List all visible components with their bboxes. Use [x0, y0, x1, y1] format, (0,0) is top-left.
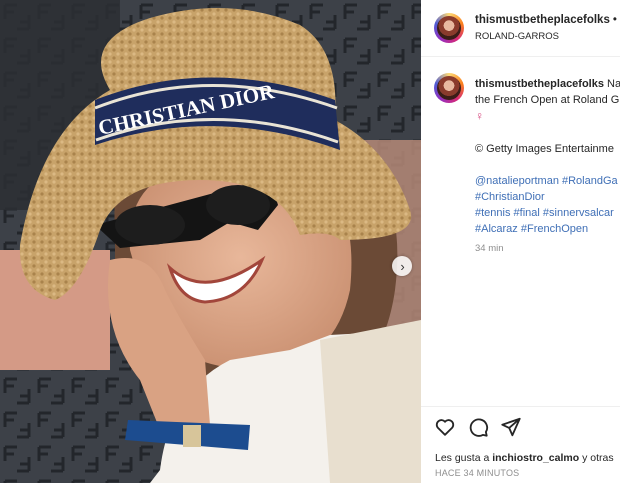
hashtag-link[interactable]: #RolandGa — [562, 175, 618, 187]
caption-credit: © Getty Images Entertainme — [475, 143, 614, 155]
hashtags-line-3: #tennis #final #sinnervsalcar — [475, 205, 620, 221]
likes-suffix[interactable]: y otras — [582, 452, 614, 464]
caption-avatar[interactable] — [434, 73, 464, 103]
hashtag-link[interactable]: #final — [514, 207, 540, 219]
chevron-right-icon: › — [400, 258, 405, 274]
post-sidebar: thismustbetheplacefolks•S ROLAND-GARROS … — [421, 0, 620, 483]
heart-icon[interactable] — [434, 416, 456, 438]
next-photo-button[interactable]: › — [392, 256, 412, 276]
post-image: CHRISTIAN DIOR — [0, 0, 421, 483]
post-caption: thismustbetheplacefolks Na the French Op… — [475, 76, 620, 257]
hashtag-link[interactable]: #tennis — [475, 207, 510, 219]
post-actions: Les gusta a inchiostro_calmo y otras HAC… — [421, 406, 620, 483]
author-username-row: thismustbetheplacefolks•S — [475, 14, 620, 26]
caption-timestamp[interactable]: 34 min — [475, 241, 620, 257]
share-icon[interactable] — [500, 416, 522, 438]
caption-text-2: the French Open at Roland G — [475, 94, 620, 106]
hashtags-line-2: #ChristianDior — [475, 189, 620, 205]
post-photo: CHRISTIAN DIOR › — [0, 0, 421, 483]
hashtag-link[interactable]: #Alcaraz — [475, 223, 518, 235]
comment-icon[interactable] — [467, 416, 489, 438]
hashtags-line-4: #Alcaraz #FrenchOpen — [475, 221, 620, 237]
hashtag-link[interactable]: #sinnervsalcar — [543, 207, 614, 219]
caption-text-1: Na — [607, 78, 620, 90]
hashtag-link[interactable]: #FrenchOpen — [521, 223, 588, 235]
caption-emoji: ♀ — [475, 109, 484, 123]
mention-link[interactable]: @natalieportman — [475, 175, 559, 187]
likes-summary: Les gusta a inchiostro_calmo y otras — [435, 452, 614, 464]
post-header: thismustbetheplacefolks•S ROLAND-GARROS — [421, 0, 620, 57]
hashtag-link[interactable]: #ChristianDior — [475, 191, 545, 203]
author-username[interactable]: thismustbetheplacefolks — [475, 14, 610, 26]
header-separator: • — [612, 14, 617, 26]
author-avatar[interactable] — [434, 13, 464, 43]
liker-username[interactable]: inchiostro_calmo — [492, 452, 579, 464]
caption-line-1: thismustbetheplacefolks Na — [475, 76, 620, 92]
caption-username[interactable]: thismustbetheplacefolks — [475, 78, 604, 90]
likes-prefix: Les gusta a — [435, 452, 490, 464]
hashtags-line-1: @natalieportman #RolandGa — [475, 173, 620, 189]
post-time-ago: HACE 34 MINUTOS — [435, 468, 520, 478]
post-location[interactable]: ROLAND-GARROS — [475, 31, 559, 42]
